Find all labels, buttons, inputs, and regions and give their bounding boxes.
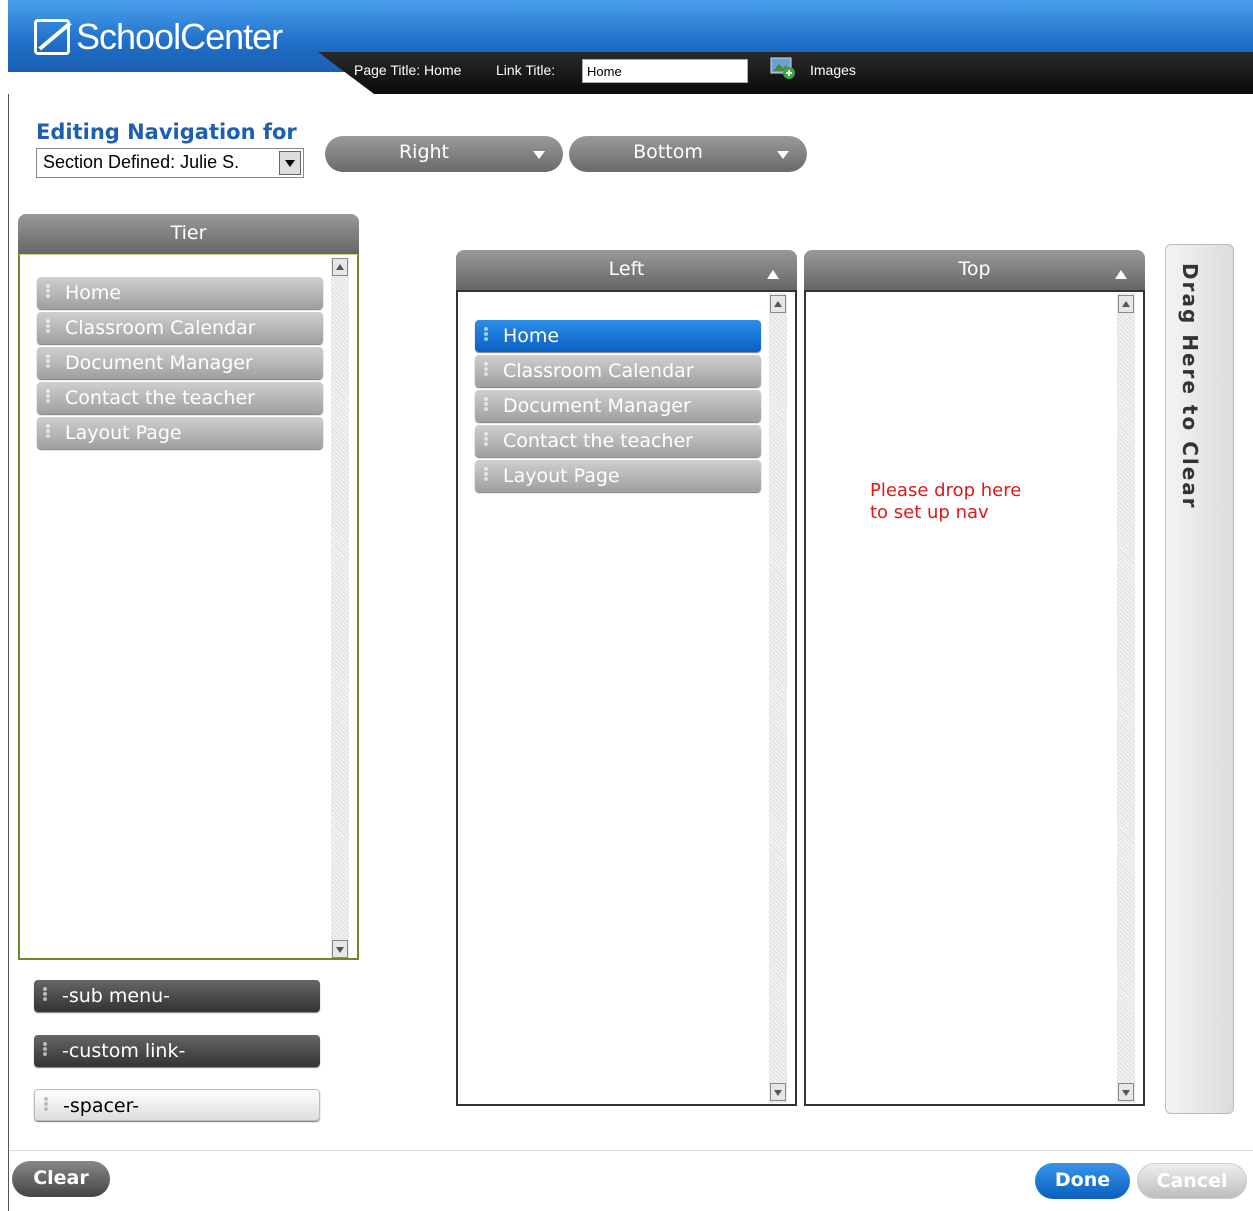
drag-to-clear-zone[interactable]: Drag Here to Clear [1165,244,1234,1114]
drag-handle-icon [43,283,53,303]
left-panel-header: Left [456,250,797,290]
section-select[interactable]: Section Defined: Julie S. [36,148,304,178]
scroll-up-icon[interactable] [770,295,786,313]
left-nav-item[interactable]: Contact the teacher [475,425,761,457]
tier-panel-title: Tier [170,222,207,244]
scroll-down-icon[interactable] [1118,1083,1134,1101]
right-position-label: Right [398,141,450,163]
left-nav-item-label: Contact the teacher [503,430,693,452]
drag-handle-icon [481,431,491,451]
left-nav-item[interactable]: Document Manager [475,390,761,422]
drag-handle-icon [43,353,53,373]
header: SchoolCenter Page Title: Home Link Title… [0,0,1253,94]
left-border [8,94,9,1211]
sub-menu-item[interactable]: -sub menu- [34,980,320,1012]
schoolcenter-logo: SchoolCenter [34,16,283,58]
chevron-down-icon [777,151,789,159]
section-select-value: Section Defined: Julie S. [43,152,240,172]
drop-message-line: to set up nav [870,502,989,523]
chevron-down-icon[interactable] [279,151,301,175]
scroll-up-icon[interactable] [332,258,348,276]
cancel-button[interactable]: Cancel [1137,1163,1247,1199]
top-panel[interactable] [804,290,1145,1106]
brand-name: SchoolCenter [76,16,283,57]
right-position-dropdown[interactable]: Right [325,136,563,172]
tier-item-label: Layout Page [65,422,182,444]
logo-mark-icon [34,19,70,55]
left-nav-item[interactable]: Classroom Calendar [475,355,761,387]
bottom-position-dropdown[interactable]: Bottom [569,136,807,172]
left-nav-item-label: Layout Page [503,465,620,487]
top-panel-header: Top [804,250,1145,290]
images-link[interactable]: Images [810,62,856,78]
tier-item[interactable]: Document Manager [37,347,323,379]
drag-handle-icon [481,396,491,416]
scroll-up-icon[interactable] [1118,295,1134,313]
spacer-item[interactable]: -spacer- [34,1089,320,1121]
images-icon[interactable] [770,57,796,79]
collapse-up-icon[interactable] [1115,270,1127,279]
left-nav-item-selected[interactable]: Home [475,320,761,352]
tier-panel[interactable]: Home Classroom Calendar Document Manager… [18,254,359,960]
drag-handle-icon [481,326,491,346]
tier-item-label: Contact the teacher [65,387,255,409]
tier-item[interactable]: Layout Page [37,417,323,449]
collapse-up-icon[interactable] [767,270,779,279]
drop-message-line: Please drop here [870,480,1022,501]
link-title-input[interactable] [582,59,748,83]
drag-to-clear-label: Drag Here to Clear [1178,263,1202,510]
chevron-down-icon [533,151,545,159]
tier-item-label: Document Manager [65,352,253,374]
drag-handle-icon [481,361,491,381]
drag-handle-icon [43,388,53,408]
tier-item-label: Home [65,282,122,304]
sub-menu-label: -sub menu- [62,985,171,1007]
custom-link-label: -custom link- [62,1040,186,1062]
tier-item[interactable]: Classroom Calendar [37,312,323,344]
tier-panel-header: Tier [18,214,359,254]
editing-navigation-label: Editing Navigation for [36,120,297,144]
footer-divider [10,1150,1253,1151]
left-scrollbar[interactable] [769,293,787,1103]
drag-handle-icon [43,318,53,338]
top-panel-title: Top [958,258,991,280]
link-title-label: Link Title: [496,62,556,78]
tier-item[interactable]: Contact the teacher [37,382,323,414]
scroll-down-icon[interactable] [332,940,348,958]
page-title-label: Page Title: Home [354,62,462,78]
drag-handle-icon [41,1096,51,1116]
left-nav-item-label: Home [503,325,560,347]
left-nav-item[interactable]: Layout Page [475,460,761,492]
left-nav-item-label: Document Manager [503,395,691,417]
bottom-position-label: Bottom [633,141,703,163]
tier-scrollbar[interactable] [331,258,349,958]
done-button[interactable]: Done [1035,1163,1130,1199]
drag-handle-icon [40,1041,50,1061]
left-panel[interactable]: Home Classroom Calendar Document Manager… [456,290,797,1106]
custom-link-item[interactable]: -custom link- [34,1035,320,1067]
drag-handle-icon [481,466,491,486]
tier-item-label: Classroom Calendar [65,317,256,339]
left-nav-item-label: Classroom Calendar [503,360,694,382]
top-scrollbar[interactable] [1117,293,1135,1103]
left-panel-title: Left [608,258,645,280]
spacer-label: -spacer- [63,1095,140,1117]
drop-message: Please drop here to set up nav [870,480,1021,524]
drag-handle-icon [40,986,50,1006]
clear-button[interactable]: Clear [12,1161,110,1197]
scroll-down-icon[interactable] [770,1083,786,1101]
drag-handle-icon [43,423,53,443]
tier-item[interactable]: Home [37,277,323,309]
